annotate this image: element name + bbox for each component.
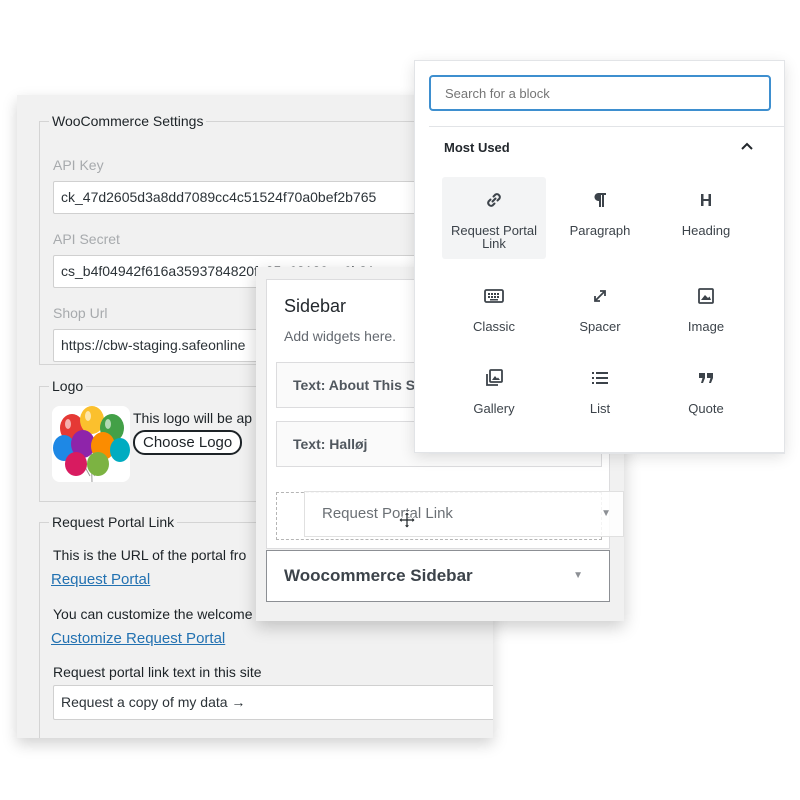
logo-legend: Logo xyxy=(52,378,84,394)
sidebar-title: Sidebar xyxy=(284,296,347,316)
caret-down-icon: ▼ xyxy=(573,570,583,581)
block-label: Request Portal Link xyxy=(451,223,537,251)
move-cursor-icon xyxy=(398,511,416,534)
shop-url-label: Shop Url xyxy=(53,305,108,321)
image-icon xyxy=(654,285,758,307)
gallery-icon xyxy=(442,367,546,389)
block-quote[interactable]: Quote xyxy=(654,355,758,437)
dragged-widget-label: Request Portal Link xyxy=(322,505,453,522)
request-portal-link[interactable]: Request Portal xyxy=(51,571,150,588)
block-label: Gallery xyxy=(473,401,515,416)
api-secret-label: API Secret xyxy=(53,231,120,247)
list-icon xyxy=(548,367,652,389)
choose-logo-button[interactable]: Choose Logo xyxy=(133,430,243,455)
block-request-portal-link[interactable]: Request Portal Link xyxy=(442,177,546,259)
block-image[interactable]: Image xyxy=(654,273,758,355)
divider xyxy=(429,453,785,454)
sidebar-description: Add widgets here. xyxy=(284,328,397,344)
block-gallery[interactable]: Gallery xyxy=(442,355,546,437)
link-text-input[interactable]: Request a copy of my data → xyxy=(53,685,493,720)
block-inserter: Most Used Request Portal Link Paragraph xyxy=(414,60,785,454)
heading-icon xyxy=(654,189,758,211)
request-portal-link-legend: Request Portal Link xyxy=(52,514,175,530)
customize-description: You can customize the welcome xyxy=(53,606,253,622)
quote-icon xyxy=(654,367,758,389)
chevron-up-icon[interactable] xyxy=(739,138,755,159)
divider xyxy=(429,126,785,127)
paragraph-icon xyxy=(548,189,652,211)
block-label: Spacer xyxy=(579,319,621,334)
logo-description: This logo will be ap xyxy=(133,410,253,426)
customize-request-portal-link[interactable]: Customize Request Portal xyxy=(51,630,225,647)
block-label: Quote xyxy=(688,401,724,416)
keyboard-icon xyxy=(442,285,546,307)
block-list[interactable]: List xyxy=(548,355,652,437)
block-label: Image xyxy=(687,319,725,334)
link-text-label: Request portal link text in this site xyxy=(53,664,262,680)
logo-image xyxy=(52,406,130,482)
block-label: Paragraph xyxy=(569,223,631,238)
woocommerce-sidebar-title: Woocommerce Sidebar xyxy=(284,566,473,585)
block-label: Heading xyxy=(681,223,731,238)
api-key-label: API Key xyxy=(53,157,104,173)
block-heading[interactable]: Heading xyxy=(654,177,758,259)
dragged-request-portal-widget[interactable]: Request Portal Link ▼ xyxy=(304,491,624,537)
block-label: Classic xyxy=(473,319,515,334)
block-paragraph[interactable]: Paragraph xyxy=(548,177,652,259)
link-icon xyxy=(442,189,546,211)
block-spacer[interactable]: Spacer xyxy=(548,273,652,355)
block-label: List xyxy=(589,401,611,416)
woocommerce-settings-legend: WooCommerce Settings xyxy=(52,113,204,129)
block-classic[interactable]: Classic xyxy=(442,273,546,355)
most-used-heading: Most Used xyxy=(444,140,510,155)
portal-url-description: This is the URL of the portal fro xyxy=(53,547,247,563)
block-search-input[interactable] xyxy=(429,75,771,111)
woocommerce-sidebar-area[interactable]: Woocommerce Sidebar ▼ xyxy=(266,550,610,602)
resize-arrows-icon xyxy=(548,285,652,307)
caret-down-icon: ▼ xyxy=(601,508,611,519)
